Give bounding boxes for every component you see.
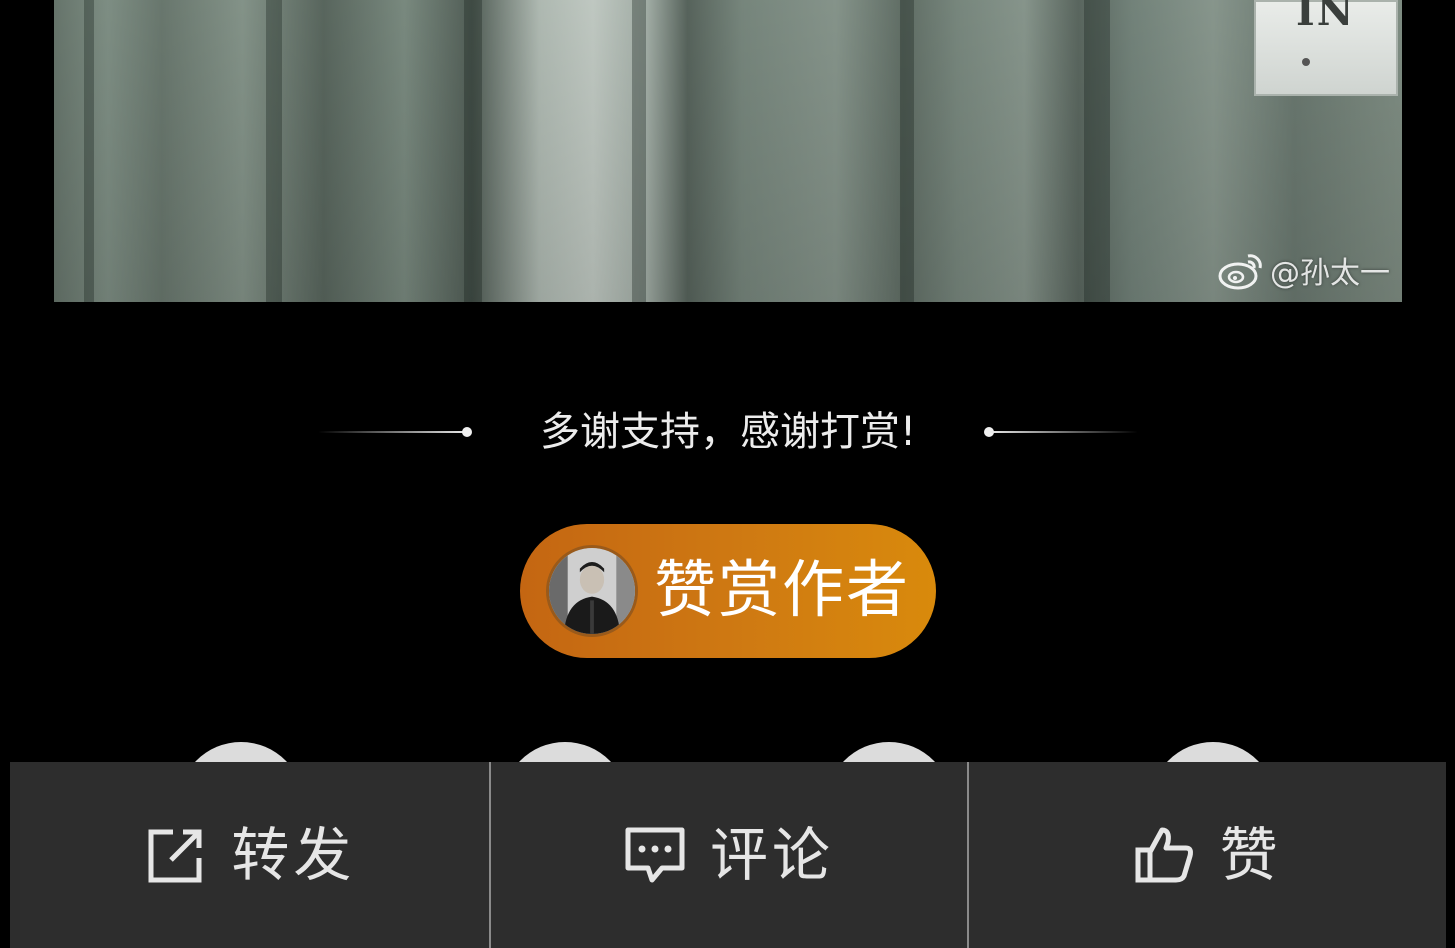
video-shade xyxy=(54,0,1402,302)
divider-line-left xyxy=(318,431,466,433)
comment-label: 评论 xyxy=(710,821,835,889)
author-avatar xyxy=(546,545,638,637)
author-avatar-image xyxy=(549,548,635,634)
wall-sign-text: IN xyxy=(1296,0,1356,35)
article-footer: IN @孙太一 多谢支持，感谢打赏! 赞赏作者 转发 评论 赞 xyxy=(0,0,1455,948)
like-label: 赞 xyxy=(1219,821,1282,889)
divider-line-right xyxy=(990,431,1138,433)
weibo-watermark: @孙太一 xyxy=(1218,248,1390,292)
wall-sign-pin xyxy=(1302,58,1310,66)
divider-dot-left xyxy=(462,427,472,437)
comment-button[interactable]: 评论 xyxy=(488,762,968,948)
forward-button[interactable]: 转发 xyxy=(10,762,489,948)
weibo-logo-icon xyxy=(1218,254,1262,290)
watermark-text: @孙太一 xyxy=(1270,256,1390,291)
screen-edge-right xyxy=(1446,0,1455,948)
screen-edge-left xyxy=(0,0,10,948)
thanks-text: 多谢支持，感谢打赏! xyxy=(539,409,917,455)
like-button[interactable]: 赞 xyxy=(967,762,1446,948)
video-still[interactable]: IN @孙太一 xyxy=(54,0,1402,302)
share-icon xyxy=(148,829,202,883)
wall-sign: IN xyxy=(1254,0,1398,96)
thanks-divider: 多谢支持，感谢打赏! xyxy=(0,400,1455,464)
forward-label: 转发 xyxy=(231,821,356,889)
reward-author-label: 赞赏作者 xyxy=(654,553,911,626)
reward-author-button[interactable]: 赞赏作者 xyxy=(520,524,936,658)
bottom-action-bar: 转发 评论 赞 xyxy=(10,762,1446,948)
thumbs-up-icon xyxy=(1135,827,1193,883)
comment-icon xyxy=(625,827,685,883)
